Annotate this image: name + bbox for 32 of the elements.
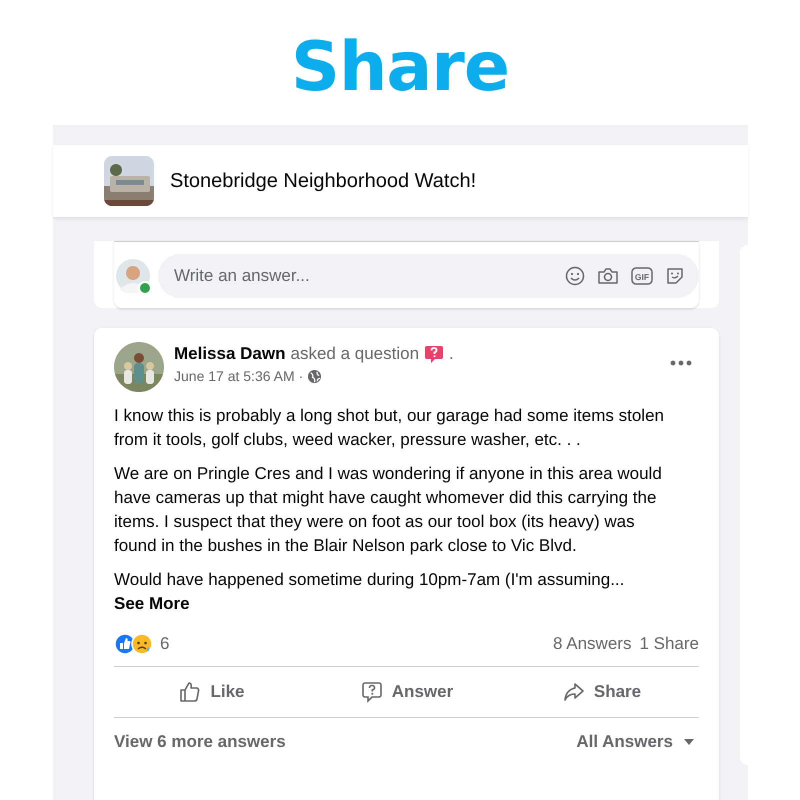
answer-field[interactable]: Write an answer... GIF xyxy=(158,254,699,298)
question-bubble-icon xyxy=(360,680,384,704)
emoji-icon[interactable] xyxy=(565,266,585,286)
post-time[interactable]: June 17 at 5:36 AM xyxy=(174,368,295,384)
page-title: Share xyxy=(290,27,510,109)
post-paragraph: We are on Pringle Cres and I was wondering if anyone in this area would have cameras up that might have caught whomever did this carrying the items. I suspect that they were on foot as our tool box (its heavy) was found in the bushes in the Blair Nelson park close to Vic Blvd. xyxy=(114,463,663,557)
caret-icon xyxy=(683,738,695,746)
question-icon xyxy=(424,344,444,364)
thumbs-up-icon xyxy=(178,680,202,704)
share-button[interactable]: Share xyxy=(504,667,699,717)
trailing-dot: . xyxy=(449,344,454,364)
share-arrow-icon xyxy=(562,680,586,704)
gif-icon[interactable]: GIF xyxy=(631,266,653,286)
reactions-icon xyxy=(114,633,154,655)
view-more-answers-link[interactable]: View 6 more answers xyxy=(114,732,286,752)
answer-button[interactable]: Answer xyxy=(309,667,504,717)
post-action: asked a question xyxy=(290,344,420,364)
group-name[interactable]: Stonebridge Neighborhood Watch! xyxy=(170,170,476,192)
answers-count[interactable]: 8 Answers xyxy=(553,634,632,654)
globe-icon xyxy=(307,368,322,384)
shares-count[interactable]: 1 Share xyxy=(639,634,699,654)
camera-icon[interactable] xyxy=(597,266,619,286)
more-options-icon[interactable] xyxy=(669,359,693,367)
sticker-icon[interactable] xyxy=(665,266,685,286)
separator: · xyxy=(298,368,304,384)
like-button[interactable]: Like xyxy=(114,667,309,717)
post-paragraph: I know this is probably a long shot but, our garage had some items stolen from it tools, golf clubs, weed wacker, pressure washer, etc. . . xyxy=(114,405,665,451)
reaction-count[interactable]: 6 xyxy=(160,634,170,654)
see-more-link[interactable]: See More xyxy=(114,592,190,616)
author-name[interactable]: Melissa Dawn xyxy=(174,344,286,364)
post-paragraph: Would have happened sometime during 10pm-7am (I'm assuming... xyxy=(114,569,626,591)
sort-dropdown[interactable]: All Answers xyxy=(572,732,699,752)
